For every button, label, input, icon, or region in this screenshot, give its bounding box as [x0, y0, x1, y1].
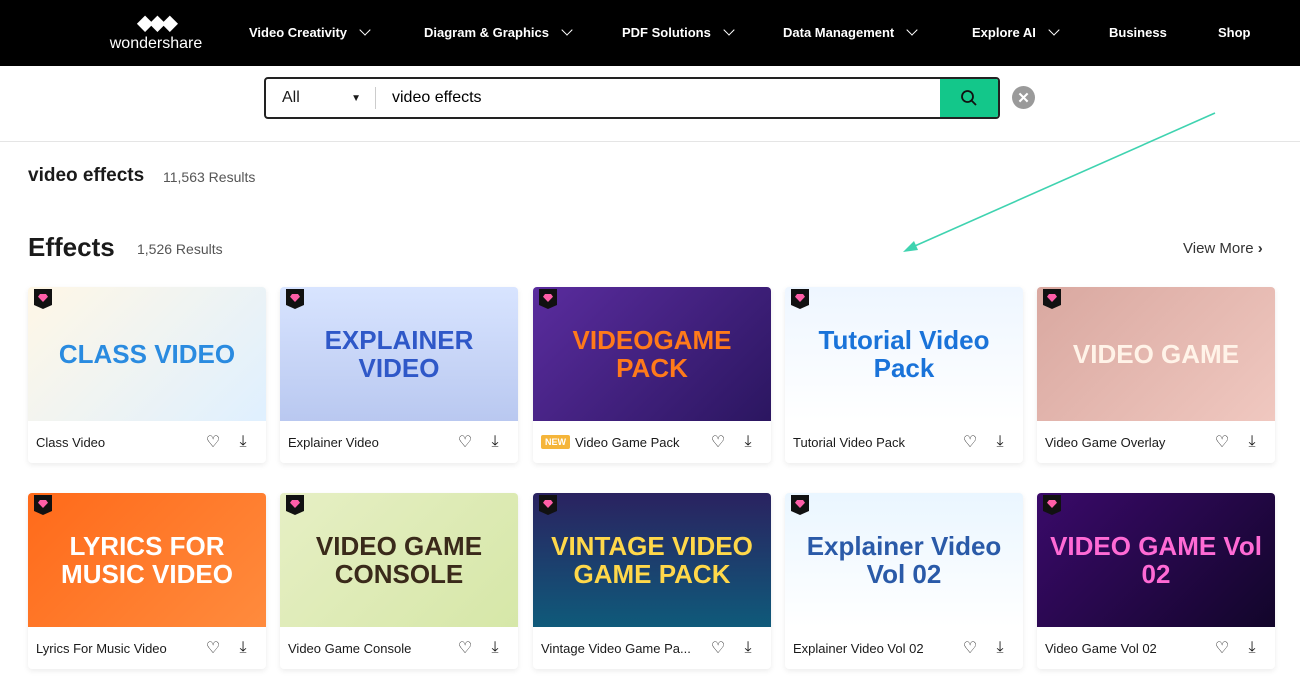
template-card[interactable]: Explainer Video Vol 02 Explainer Video V… [785, 493, 1023, 669]
template-thumbnail[interactable]: VIDEOGAME PACK [533, 287, 771, 421]
premium-gem-icon [1043, 495, 1061, 515]
template-card[interactable]: VIDEOGAME PACK NEW Video Game Pack ♡ ⤓ [533, 287, 771, 463]
template-card[interactable]: VIDEO GAME Vol 02 Video Game Vol 02 ♡ ⤓ [1037, 493, 1275, 669]
download-icon[interactable]: ⤓ [228, 433, 258, 451]
premium-gem-icon [286, 289, 304, 309]
download-icon[interactable]: ⤓ [733, 433, 763, 451]
card-footer: Explainer Video Vol 02 ♡ ⤓ [785, 627, 1023, 669]
heart-icon[interactable]: ♡ [1207, 638, 1237, 658]
thumbnail-art-text: Tutorial Video Pack [818, 325, 990, 383]
card-footer: Vintage Video Game Pa... ♡ ⤓ [533, 627, 771, 669]
template-card[interactable]: VIDEO GAME Video Game Overlay ♡ ⤓ [1037, 287, 1275, 463]
download-icon[interactable]: ⤓ [985, 433, 1015, 451]
download-icon[interactable]: ⤓ [480, 639, 510, 657]
thumbnail-art-text: VIDEO GAME CONSOLE [315, 531, 483, 589]
thumbnail-art-text: VIDEO GAME [1072, 339, 1240, 369]
card-title[interactable]: Video Game Console [288, 641, 450, 656]
card-title[interactable]: Lyrics For Music Video [36, 641, 198, 656]
heart-icon[interactable]: ♡ [450, 638, 480, 658]
template-thumbnail[interactable]: VIDEO GAME CONSOLE [280, 493, 518, 627]
template-thumbnail[interactable]: VIDEO GAME Vol 02 [1037, 493, 1275, 627]
premium-gem-icon [791, 495, 809, 515]
card-footer: Video Game Vol 02 ♡ ⤓ [1037, 627, 1275, 669]
card-title[interactable]: Explainer Video [288, 435, 450, 450]
heart-icon[interactable]: ♡ [955, 638, 985, 658]
thumbnail-art-text: CLASS VIDEO [58, 339, 236, 369]
template-card[interactable]: EXPLAINER VIDEO Explainer Video ♡ ⤓ [280, 287, 518, 463]
card-title[interactable]: Class Video [36, 435, 198, 450]
template-thumbnail[interactable]: CLASS VIDEO [28, 287, 266, 421]
card-title[interactable]: Video Game Overlay [1045, 435, 1207, 450]
premium-gem-icon [286, 495, 304, 515]
template-card[interactable]: VIDEO GAME CONSOLE Video Game Console ♡ … [280, 493, 518, 669]
template-thumbnail[interactable]: LYRICS FOR MUSIC VIDEO [28, 493, 266, 627]
premium-gem-icon [539, 495, 557, 515]
card-title[interactable]: Explainer Video Vol 02 [793, 641, 955, 656]
card-title[interactable]: Video Game Pack [575, 435, 703, 450]
thumbnail-art-text: LYRICS FOR MUSIC VIDEO [61, 531, 233, 589]
template-card[interactable]: Tutorial Video Pack Tutorial Video Pack … [785, 287, 1023, 463]
card-title[interactable]: Video Game Vol 02 [1045, 641, 1207, 656]
new-badge: NEW [541, 435, 570, 449]
download-icon[interactable]: ⤓ [985, 639, 1015, 657]
template-card[interactable]: LYRICS FOR MUSIC VIDEO Lyrics For Music … [28, 493, 266, 669]
template-thumbnail[interactable]: Explainer Video Vol 02 [785, 493, 1023, 627]
heart-icon[interactable]: ♡ [450, 432, 480, 452]
template-thumbnail[interactable]: EXPLAINER VIDEO [280, 287, 518, 421]
thumbnail-art-text: VINTAGE VIDEO GAME PACK [551, 531, 753, 589]
premium-gem-icon [1043, 289, 1061, 309]
download-icon[interactable]: ⤓ [480, 433, 510, 451]
template-card[interactable]: VINTAGE VIDEO GAME PACK Vintage Video Ga… [533, 493, 771, 669]
premium-gem-icon [34, 495, 52, 515]
card-footer: NEW Video Game Pack ♡ ⤓ [533, 421, 771, 463]
template-thumbnail[interactable]: Tutorial Video Pack [785, 287, 1023, 421]
premium-gem-icon [539, 289, 557, 309]
thumbnail-art-text: Explainer Video Vol 02 [806, 531, 1002, 589]
heart-icon[interactable]: ♡ [198, 432, 228, 452]
download-icon[interactable]: ⤓ [1237, 639, 1267, 657]
template-card[interactable]: CLASS VIDEO Class Video ♡ ⤓ [28, 287, 266, 463]
template-thumbnail[interactable]: VINTAGE VIDEO GAME PACK [533, 493, 771, 627]
card-footer: Video Game Console ♡ ⤓ [280, 627, 518, 669]
premium-gem-icon [791, 289, 809, 309]
card-title[interactable]: Vintage Video Game Pa... [541, 641, 703, 656]
heart-icon[interactable]: ♡ [1207, 432, 1237, 452]
card-footer: Lyrics For Music Video ♡ ⤓ [28, 627, 266, 669]
heart-icon[interactable]: ♡ [198, 638, 228, 658]
heart-icon[interactable]: ♡ [703, 432, 733, 452]
card-footer: Explainer Video ♡ ⤓ [280, 421, 518, 463]
card-footer: Class Video ♡ ⤓ [28, 421, 266, 463]
card-footer: Tutorial Video Pack ♡ ⤓ [785, 421, 1023, 463]
template-thumbnail[interactable]: VIDEO GAME [1037, 287, 1275, 421]
download-icon[interactable]: ⤓ [733, 639, 763, 657]
heart-icon[interactable]: ♡ [955, 432, 985, 452]
download-icon[interactable]: ⤓ [1237, 433, 1267, 451]
card-title[interactable]: Tutorial Video Pack [793, 435, 955, 450]
premium-gem-icon [34, 289, 52, 309]
thumbnail-art-text: VIDEO GAME Vol 02 [1050, 531, 1262, 589]
heart-icon[interactable]: ♡ [703, 638, 733, 658]
thumbnail-art-text: VIDEOGAME PACK [572, 325, 732, 383]
thumbnail-art-text: EXPLAINER VIDEO [324, 325, 474, 383]
download-icon[interactable]: ⤓ [228, 639, 258, 657]
card-footer: Video Game Overlay ♡ ⤓ [1037, 421, 1275, 463]
